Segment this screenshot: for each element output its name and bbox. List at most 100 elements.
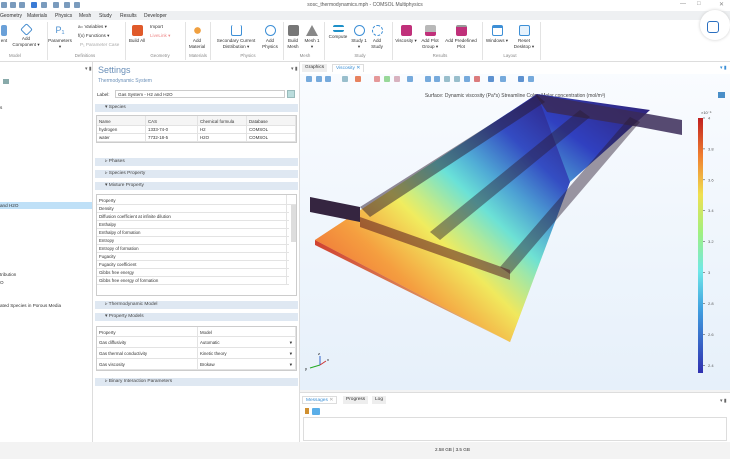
close-button[interactable]: ✕ (719, 1, 724, 8)
label-input[interactable]: Gas System - H2 and H2O (115, 90, 285, 98)
tree-item-selected[interactable]: and H2O (0, 202, 92, 209)
clear-icon[interactable] (305, 408, 309, 414)
parameter-case-button[interactable]: P₁ Parameter Case (80, 42, 119, 47)
grid-icon[interactable] (454, 76, 460, 82)
add-physics-button[interactable]: Add Physics (259, 25, 281, 49)
tab-progress[interactable]: Progress (343, 396, 369, 404)
table-row[interactable]: Fugacity coefficient (97, 261, 289, 269)
table-row[interactable]: Gibbs free energy (97, 269, 289, 277)
tree-item[interactable]: tribution (0, 272, 16, 277)
pin-icon[interactable]: ▾ ▮ (85, 66, 92, 72)
component-button[interactable]: ent (0, 25, 8, 44)
functions-button[interactable]: f(x) Functions ▾ (78, 33, 109, 39)
zoom-extents-icon[interactable] (342, 76, 348, 82)
table-row: Gas diffusivity Automatic ▾ (97, 337, 296, 348)
maximize-button[interactable]: □ (697, 1, 701, 7)
table-row[interactable]: Density (97, 205, 289, 213)
select-box-icon[interactable] (384, 76, 390, 82)
group-mesh: Mesh (299, 53, 311, 58)
minimize-button[interactable]: — (680, 1, 686, 7)
view-icon[interactable] (425, 76, 431, 82)
table-row[interactable]: water 7732-18-5 H2O COMSOL (97, 134, 296, 142)
tab-log[interactable]: Log (372, 396, 387, 404)
zoom-box-icon[interactable] (325, 76, 331, 82)
add-study-button[interactable]: Add Study (368, 25, 386, 49)
table-row[interactable]: Enthalpy (97, 221, 289, 229)
view-menu-icon[interactable] (434, 76, 440, 82)
table-row[interactable]: Entropy of formation (97, 245, 289, 253)
gas-thermal-conductivity-select[interactable]: Kinetic theory ▾ (198, 348, 296, 358)
inlet-channel (310, 197, 360, 222)
select-icon[interactable] (374, 76, 380, 82)
table-row[interactable]: Diffusion coefficient at infinite diluti… (97, 213, 289, 221)
wireframe-icon[interactable] (444, 76, 450, 82)
section-phases[interactable]: ▹ Phases (95, 158, 298, 166)
pin-icon[interactable]: ▾ ▮ (720, 398, 727, 404)
3d-model-view[interactable]: z y x ×10⁻⁵4 3.8 3.6 3.4 3.2 3 2.8 2.6 2.4 (300, 62, 730, 390)
screenshot-button[interactable] (700, 10, 730, 40)
tree-item[interactable]: ated Species in Porous Media (0, 303, 61, 308)
menu-physics[interactable]: Physics (55, 13, 72, 19)
colorbar-tick-label: 3.8 (708, 146, 714, 151)
messages-icon[interactable] (312, 408, 320, 415)
print-icon[interactable] (528, 76, 534, 82)
menu-developer[interactable]: Developer (144, 13, 167, 19)
menu-materials[interactable]: Materials (27, 13, 47, 19)
settings-icon[interactable] (500, 76, 506, 82)
add-plot-group-button[interactable]: Add Plot Group ▾ (418, 25, 442, 49)
section-binary-interaction[interactable]: ▹ Binary Interaction Parameters (95, 378, 298, 386)
table-row[interactable]: Gibbs free energy of formation (97, 277, 289, 285)
menu-study[interactable]: Study (99, 13, 112, 19)
compute-button[interactable]: Compute (326, 25, 350, 40)
camera-icon[interactable] (518, 76, 524, 82)
tree-item[interactable]: O (0, 280, 4, 285)
gas-viscosity-select[interactable]: Brokaw ▾ (198, 359, 296, 369)
transparency-icon[interactable] (464, 76, 470, 82)
reset-desktop-button[interactable]: Reset Desktop ▾ (511, 25, 537, 49)
windows-button[interactable]: Windows ▾ (484, 25, 510, 44)
scene-light-icon[interactable] (474, 76, 480, 82)
add-predefined-plot-button[interactable]: Add Predefined Plot (444, 25, 478, 49)
window-title: sosc_thermodynamics.mph - COMSOL Multiph… (307, 2, 423, 8)
tab-messages[interactable]: Messages ✕ (302, 396, 338, 404)
table-row[interactable]: Fugacity (97, 253, 289, 261)
build-all-button[interactable]: Build All (127, 25, 147, 44)
deselect-icon[interactable] (394, 76, 400, 82)
zoom-in-icon[interactable] (306, 76, 312, 82)
lock-icon[interactable] (488, 76, 494, 82)
mesh-button[interactable]: Mesh 1 ▾ (303, 25, 321, 49)
table-row[interactable]: Entropy (97, 237, 289, 245)
study-button[interactable]: Study 1 ▾ (351, 25, 367, 49)
section-species-property[interactable]: ▹ Species Property (95, 170, 298, 178)
menu-geometry[interactable]: Geometry (0, 13, 22, 19)
add-material-button[interactable]: Add Material (186, 25, 208, 49)
plot-icon (400, 25, 412, 36)
zoom-out-icon[interactable] (316, 76, 322, 82)
viscosity-plot-button[interactable]: Viscosity ▾ (395, 25, 417, 44)
scrollbar[interactable] (291, 205, 296, 242)
ribbon: ent Add Component ▾ P₁ Parameters ▾ a= Va… (0, 10, 730, 62)
menu-results[interactable]: Results (120, 13, 137, 19)
section-species[interactable]: ▾ Species (95, 104, 298, 112)
section-thermodynamic-model[interactable]: ▹ Thermodynamic Model (95, 301, 298, 309)
table-row[interactable]: hydrogen 1333-74-0 H2 COMSOL (97, 126, 296, 134)
parameters-button[interactable]: P₁ Parameters ▾ (48, 25, 72, 49)
table-header: Property Model (97, 327, 296, 337)
tree-item[interactable]: s (0, 105, 2, 110)
build-mesh-button[interactable]: Build Mesh (284, 25, 302, 49)
section-property-models[interactable]: ▾ Property Models (95, 313, 298, 321)
import-button[interactable]: Import (150, 24, 163, 29)
add-component-button[interactable]: Add Component ▾ (10, 23, 42, 47)
livelink-button[interactable]: LiveLink ▾ (150, 33, 170, 39)
menu-mesh[interactable]: Mesh (79, 13, 91, 19)
reset-label-icon[interactable] (287, 90, 295, 98)
axis-icon[interactable] (355, 76, 361, 82)
secondary-current-button[interactable]: Secondary Current Distribution ▾ (212, 25, 260, 49)
rotate-icon[interactable] (407, 76, 413, 82)
variables-button[interactable]: a= Variables ▾ (78, 24, 107, 30)
section-mixture-property[interactable]: ▾ Mixture Property (95, 182, 298, 190)
table-row[interactable]: Enthalpy of formation (97, 229, 289, 237)
tree-filter-icon[interactable] (3, 79, 9, 84)
gas-diffusivity-select[interactable]: Automatic ▾ (198, 337, 296, 347)
pin-icon[interactable]: ▾ ▮ (291, 66, 298, 72)
